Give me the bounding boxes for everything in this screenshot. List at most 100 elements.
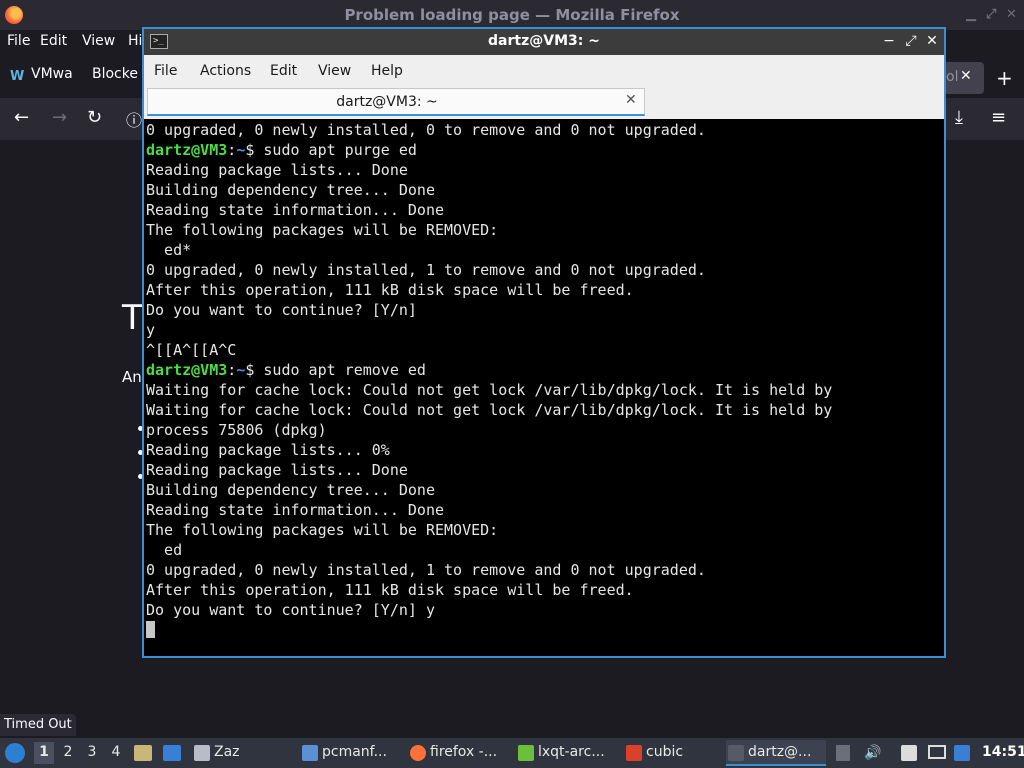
terminal-line: Do you want to continue? [Y/n] y — [146, 601, 435, 619]
clipboard-icon[interactable] — [901, 745, 917, 761]
maximize-icon[interactable]: ⤢ — [986, 7, 996, 22]
firefox-menu-edit[interactable]: Edit — [40, 33, 67, 49]
terminal-line: Do you want to continue? [Y/n] — [146, 301, 417, 319]
workspace-1[interactable]: 1 — [34, 742, 54, 764]
minimize-icon[interactable]: ▁ — [966, 7, 976, 22]
terminal-line: ^[[A^[[A^C — [146, 341, 237, 359]
firefox-tab-vmware[interactable]: VMwa — [31, 66, 73, 82]
terminal-output[interactable]: 0 upgraded, 0 newly installed, 0 to remo… — [144, 119, 944, 656]
firefox-menu-file[interactable]: File — [7, 33, 30, 49]
terminal-menu-view[interactable]: View — [318, 63, 351, 79]
terminal-line: dartz@VM3:~$ sudo apt remove ed — [146, 360, 944, 380]
firefox-tab-blocked[interactable]: Blocke — [92, 66, 138, 82]
downloads-icon[interactable]: ⤓ — [955, 107, 963, 128]
terminal-icon — [728, 745, 744, 761]
text-cursor — [146, 621, 155, 638]
error-text: An — [122, 368, 142, 386]
firefox-tab-active-label: ol — [946, 69, 959, 85]
terminal-line: The following packages will be REMOVED: — [146, 521, 499, 539]
workspace-2[interactable]: 2 — [58, 744, 78, 760]
volume-icon[interactable]: 🔊 — [864, 745, 881, 761]
task-label: Zaz — [214, 744, 240, 760]
prompt-command: $ sudo apt remove ed — [245, 361, 426, 379]
terminal-line: ed* — [146, 241, 192, 259]
firefox-icon — [410, 745, 426, 761]
terminal-menu-file[interactable]: File — [154, 63, 177, 79]
task-lxqt-archiver[interactable]: lxqt-arc... — [516, 740, 616, 766]
terminal-line: ed — [146, 541, 183, 559]
show-desktop-icon[interactable] — [163, 745, 181, 761]
terminal-line: Reading package lists... 0% — [146, 441, 390, 459]
close-icon[interactable]: ✕ — [923, 32, 941, 50]
tray-scroll-icon[interactable] — [836, 745, 850, 761]
terminal-window: >_ dartz@VM3: ~ − ⤢ ✕ File Actions Edit … — [142, 27, 946, 658]
task-cubic[interactable]: cubic — [624, 740, 724, 766]
back-icon[interactable]: ← — [14, 107, 29, 128]
status-tooltip: Timed Out — [0, 714, 76, 736]
terminal-line: The following packages will be REMOVED: — [146, 221, 499, 239]
workspace-4[interactable]: 4 — [106, 744, 126, 760]
clock[interactable]: 14:51 — [982, 744, 1024, 760]
archive-icon — [518, 745, 534, 761]
tab-close-icon[interactable]: ✕ — [625, 92, 637, 108]
terminal-tab[interactable]: dartz@VM3: ~ ✕ — [147, 88, 645, 116]
maximize-icon[interactable]: ⤢ — [902, 32, 920, 50]
new-tab-icon[interactable]: + — [996, 66, 1013, 90]
prompt-separator: : — [227, 361, 237, 379]
file-manager-quick-icon[interactable] — [134, 745, 152, 761]
terminal-window-title: dartz@VM3: ~ — [488, 33, 600, 49]
network-icon[interactable] — [928, 745, 946, 759]
task-zaz[interactable]: Zaz — [192, 740, 292, 766]
desktop: Problem loading page — Mozilla Firefox ▁… — [0, 0, 1024, 768]
workspace-3[interactable]: 3 — [82, 744, 102, 760]
cubic-icon — [626, 745, 642, 761]
update-notifier-icon[interactable] — [954, 745, 970, 761]
terminal-line: After this operation, 111 kB disk space … — [146, 581, 634, 599]
firefox-window-title: Problem loading page — Mozilla Firefox — [344, 6, 680, 24]
terminal-line: Building dependency tree... Done — [146, 181, 435, 199]
terminal-line: 0 upgraded, 0 newly installed, 1 to remo… — [146, 561, 706, 579]
terminal-menubar: File Actions Edit View Help — [144, 55, 944, 87]
forward-icon[interactable]: → — [52, 107, 67, 128]
folder-icon — [302, 745, 318, 761]
terminal-line: Waiting for cache lock: Could not get lo… — [146, 401, 833, 419]
prompt-command: $ sudo apt purge ed — [245, 141, 417, 159]
tab-close-icon[interactable]: ✕ — [960, 68, 972, 84]
terminal-line: dartz@VM3:~$ sudo apt purge ed — [146, 140, 944, 160]
terminal-line: After this operation, 111 kB disk space … — [146, 281, 634, 299]
firefox-menu-view[interactable]: View — [82, 33, 115, 49]
terminal-menu-actions[interactable]: Actions — [200, 63, 251, 79]
firefox-menu-history[interactable]: Hi — [128, 33, 142, 49]
terminal-line: Reading state information... Done — [146, 501, 445, 519]
error-title: T — [122, 298, 143, 338]
terminal-line: y — [146, 321, 156, 339]
task-terminal[interactable]: dartz@... — [726, 740, 826, 766]
terminal-tabbar: dartz@VM3: ~ ✕ — [144, 87, 944, 117]
start-menu-icon[interactable] — [5, 743, 25, 763]
task-label: pcmanf... — [322, 744, 387, 760]
terminal-line — [146, 620, 944, 640]
reload-icon[interactable]: ↻ — [87, 107, 102, 128]
terminal-line: Reading state information... Done — [146, 201, 445, 219]
vmware-favicon-icon: W — [10, 69, 25, 84]
task-pcmanfm[interactable]: pcmanf... — [300, 740, 400, 766]
terminal-line: Building dependency tree... Done — [146, 481, 435, 499]
terminal-menu-edit[interactable]: Edit — [270, 63, 297, 79]
menu-icon[interactable]: ≡ — [991, 107, 1006, 128]
task-label: lxqt-arc... — [538, 744, 605, 760]
prompt-separator: : — [227, 141, 237, 159]
task-firefox[interactable]: firefox -... — [408, 740, 508, 766]
close-icon[interactable]: ✕ — [1006, 7, 1017, 22]
terminal-line: process 75806 (dpkg) — [146, 421, 327, 439]
prompt-user: dartz@VM3 — [146, 141, 228, 159]
firefox-tab-active[interactable]: ol ✕ — [944, 62, 984, 94]
terminal-line: Reading package lists... Done — [146, 161, 408, 179]
terminal-line: Waiting for cache lock: Could not get lo… — [146, 381, 833, 399]
terminal-line: 0 upgraded, 0 newly installed, 0 to remo… — [146, 121, 706, 139]
minimize-icon[interactable]: − — [880, 32, 898, 50]
task-label: firefox -... — [430, 744, 498, 760]
site-info-icon[interactable]: ⓘ — [126, 107, 142, 131]
terminal-menu-help[interactable]: Help — [371, 63, 403, 79]
task-label: cubic — [646, 744, 684, 760]
terminal-titlebar[interactable]: >_ dartz@VM3: ~ − ⤢ ✕ — [144, 29, 944, 55]
